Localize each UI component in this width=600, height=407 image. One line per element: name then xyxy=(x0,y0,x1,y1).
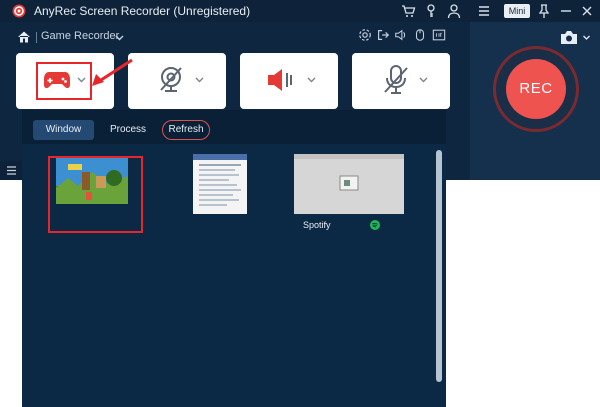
mic-off-icon xyxy=(384,65,408,94)
close-icon[interactable] xyxy=(579,3,595,19)
window-item-document[interactable] xyxy=(193,154,247,214)
tab-process[interactable]: Process xyxy=(106,120,150,140)
record-panel: REC xyxy=(470,22,600,180)
spotify-thumbnail xyxy=(294,154,404,214)
mode-toolbar: Game Recorder xyxy=(0,24,470,50)
gamepad-icon xyxy=(44,72,70,89)
export-icon[interactable] xyxy=(376,28,390,42)
home-icon[interactable] xyxy=(16,29,32,45)
app-title: AnyRec Screen Recorder (Unregistered) xyxy=(34,4,251,18)
window-item-spotify[interactable] xyxy=(294,154,404,214)
spotify-icon xyxy=(370,220,380,230)
chevron-down-icon[interactable] xyxy=(418,74,429,85)
selected-window-highlight xyxy=(48,156,143,233)
list-icon[interactable] xyxy=(6,165,17,176)
speaker-icon xyxy=(268,69,292,91)
annotation-arrow-icon xyxy=(92,58,133,86)
chevron-down-icon[interactable] xyxy=(76,74,87,85)
window-gallery: Spotify xyxy=(22,144,446,407)
chevron-down-icon[interactable] xyxy=(114,32,125,43)
pin-icon[interactable] xyxy=(536,3,552,19)
app-logo-icon xyxy=(12,4,26,18)
system-sound-card[interactable] xyxy=(240,53,338,109)
document-thumbnail xyxy=(193,154,247,214)
window-item-label: Spotify xyxy=(303,220,331,230)
camera-icon[interactable] xyxy=(560,30,578,45)
divider xyxy=(36,32,37,43)
tab-window[interactable]: Window xyxy=(33,120,94,140)
left-strip xyxy=(0,161,22,180)
chevron-down-icon[interactable] xyxy=(306,74,317,85)
fit-icon[interactable] xyxy=(432,28,446,42)
refresh-button[interactable]: Refresh xyxy=(162,120,210,140)
user-icon[interactable] xyxy=(446,3,462,19)
webcam-off-icon xyxy=(160,67,182,92)
scrollbar[interactable] xyxy=(436,150,442,382)
webcam-source-card[interactable] xyxy=(128,53,226,109)
menu-icon[interactable] xyxy=(476,3,492,19)
mouse-icon[interactable] xyxy=(413,28,427,42)
popup-tab-bar: Window Process Refresh xyxy=(22,110,446,144)
rec-ring: REC xyxy=(493,46,579,132)
key-icon[interactable] xyxy=(423,3,439,19)
chevron-down-icon[interactable] xyxy=(194,74,205,85)
cart-icon[interactable] xyxy=(400,3,416,19)
chevron-down-icon[interactable] xyxy=(582,33,591,42)
settings-icon[interactable] xyxy=(358,28,372,42)
microphone-card[interactable] xyxy=(352,53,450,109)
window-selector-popup: Window Process Refresh Spotify xyxy=(22,110,446,407)
minimize-icon[interactable] xyxy=(558,3,574,19)
mode-label[interactable]: Game Recorder xyxy=(41,30,119,42)
mini-button[interactable]: Mini xyxy=(504,4,530,18)
volume-icon[interactable] xyxy=(394,28,408,42)
title-bar: AnyRec Screen Recorder (Unregistered) Mi… xyxy=(0,0,600,22)
rec-button[interactable]: REC xyxy=(506,59,566,119)
